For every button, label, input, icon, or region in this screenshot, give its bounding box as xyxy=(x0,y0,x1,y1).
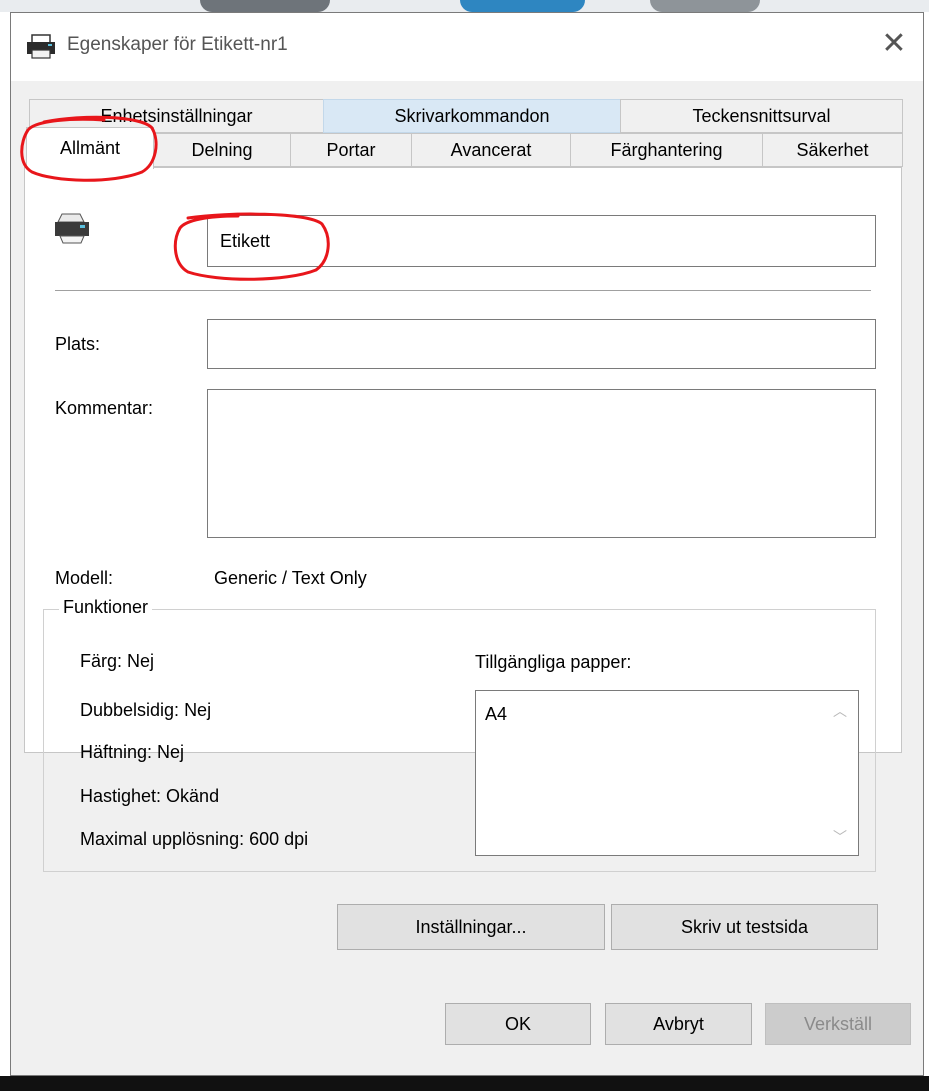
annotation-circle-printer-name xyxy=(173,212,330,281)
feature-stapling: Häftning: Nej xyxy=(80,742,185,762)
print-test-page-button[interactable]: Skriv ut testsida xyxy=(611,904,878,950)
close-button[interactable]: ✕ xyxy=(865,13,923,73)
comment-textarea[interactable] xyxy=(207,389,876,538)
printer-large-icon xyxy=(55,213,89,244)
annotation-circle-general-tab xyxy=(20,115,158,182)
taskbar-edge xyxy=(0,1076,929,1091)
ok-button[interactable]: OK xyxy=(445,1003,591,1045)
tab-security[interactable]: Säkerhet xyxy=(762,133,903,167)
background-object xyxy=(460,0,585,12)
model-label: Modell: xyxy=(55,568,114,588)
tab-advanced[interactable]: Avancerat xyxy=(411,133,571,167)
scroll-up-icon[interactable]: ︿ xyxy=(832,703,848,719)
model-value: Generic / Text Only xyxy=(214,568,367,588)
cancel-button[interactable]: Avbryt xyxy=(605,1003,752,1045)
title-bar[interactable]: Egenskaper för Etikett-nr1 ✕ xyxy=(11,13,923,81)
preferences-button[interactable]: Inställningar... xyxy=(337,904,605,950)
tab-font-selection[interactable]: Teckensnittsurval xyxy=(620,99,903,133)
comment-label: Kommentar: xyxy=(55,398,154,418)
features-group-title: Funktioner xyxy=(59,597,153,618)
feature-color: Färg: Nej xyxy=(80,651,155,671)
tab-printer-commands[interactable]: Skrivarkommandon xyxy=(323,99,621,133)
background-object xyxy=(200,0,330,12)
location-label: Plats: xyxy=(55,334,101,354)
tab-color-management[interactable]: Färghantering xyxy=(570,133,763,167)
tab-ports[interactable]: Portar xyxy=(290,133,412,167)
feature-max-resolution: Maximal upplösning: 600 dpi xyxy=(80,829,309,849)
feature-speed: Hastighet: Okänd xyxy=(80,786,220,806)
location-input[interactable] xyxy=(207,319,876,369)
window-title: Egenskaper för Etikett-nr1 xyxy=(67,34,288,55)
tab-sharing[interactable]: Delning xyxy=(153,133,291,167)
available-paper-list[interactable]: A4 ︿ ﹀ xyxy=(475,690,859,856)
divider xyxy=(55,290,871,291)
printer-icon xyxy=(27,34,55,59)
list-item[interactable]: A4 xyxy=(485,704,507,725)
apply-button: Verkställ xyxy=(765,1003,911,1045)
available-paper-label: Tillgängliga papper: xyxy=(475,652,632,672)
close-icon: ✕ xyxy=(881,26,907,60)
background-object xyxy=(650,0,760,12)
feature-duplex: Dubbelsidig: Nej xyxy=(80,700,212,720)
scroll-down-icon[interactable]: ﹀ xyxy=(832,829,848,845)
